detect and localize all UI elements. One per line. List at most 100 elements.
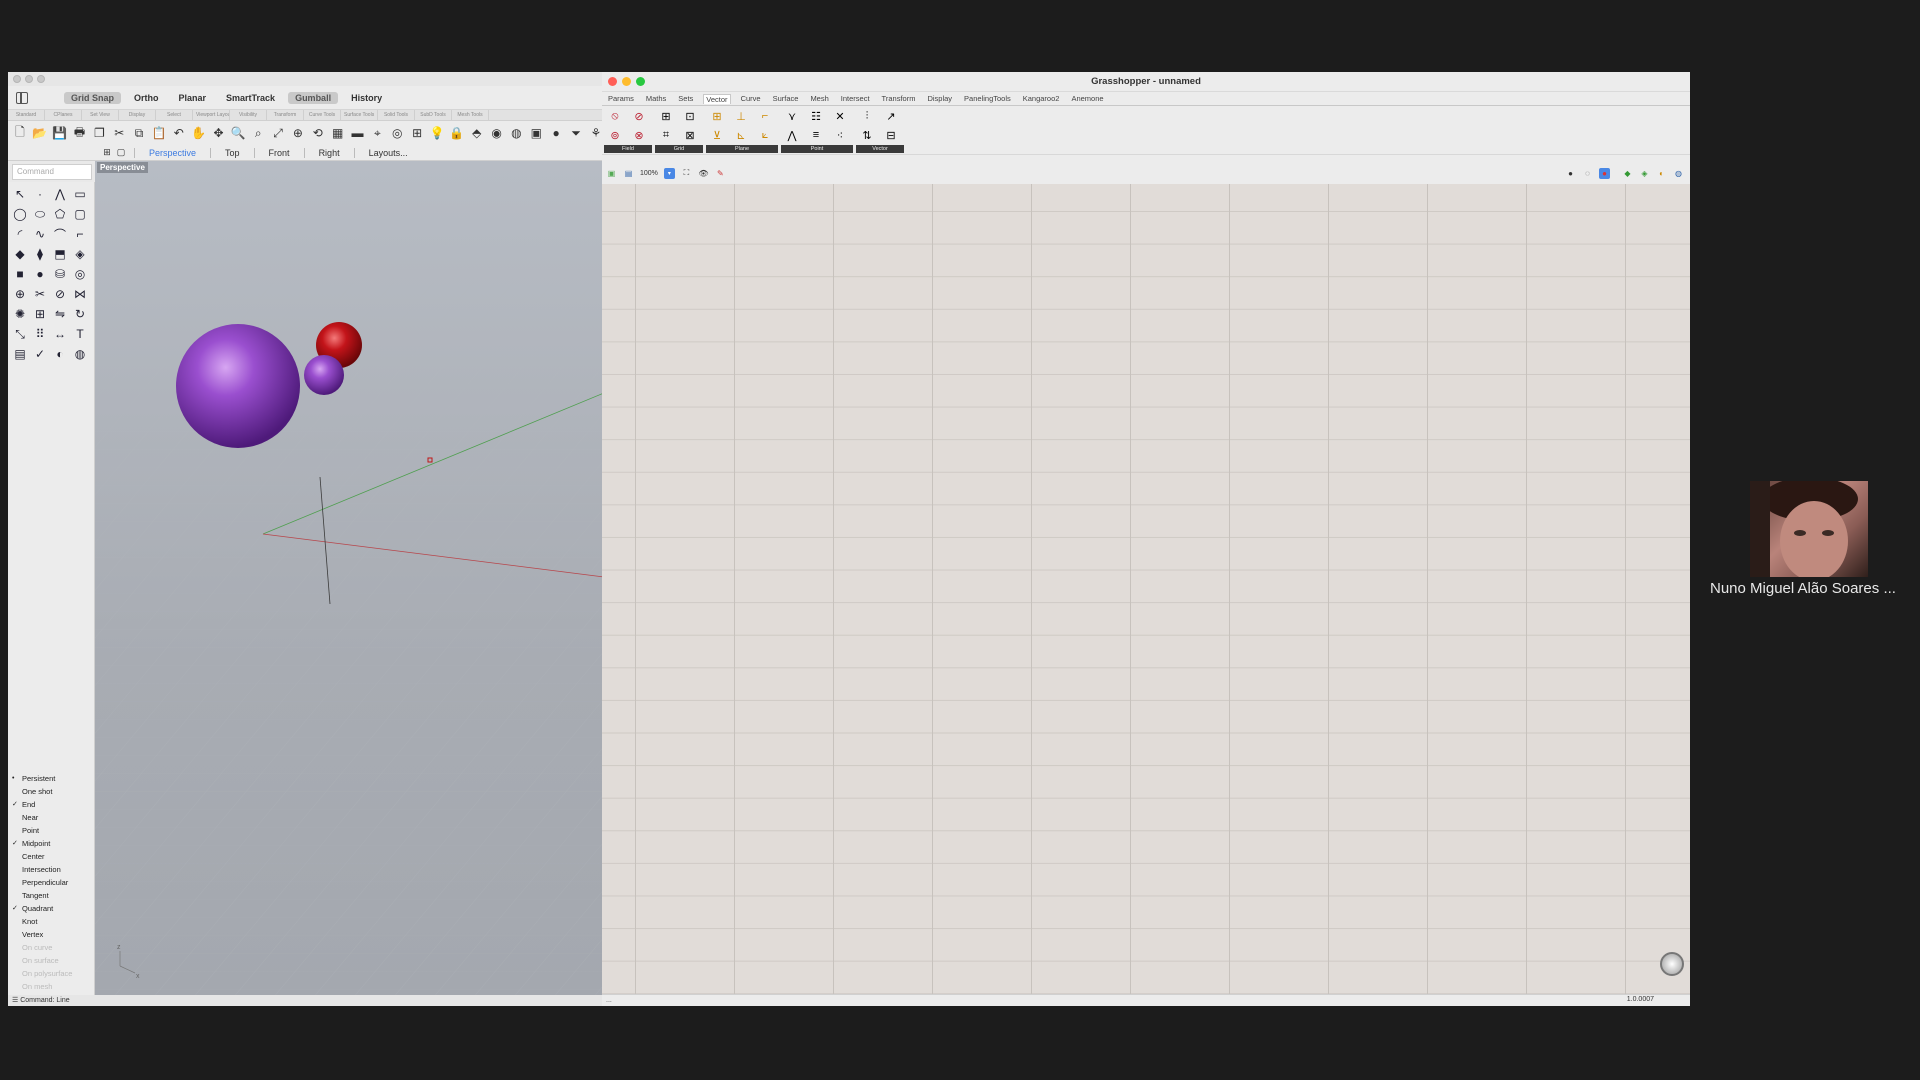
gumball-toggle[interactable]: Gumball (288, 91, 339, 104)
osnap-option[interactable]: ✓ Quadrant (12, 902, 92, 915)
osnap-option[interactable]: On mesh (12, 980, 92, 993)
rotate-icon[interactable]: ↻ (72, 306, 88, 322)
point-list-icon[interactable]: ☷ (807, 108, 825, 124)
move-icon[interactable]: ✥ (211, 125, 227, 141)
osnap-option[interactable]: Near (12, 811, 92, 824)
preview-mesh-icon[interactable]: ◐ (1656, 168, 1667, 179)
grid-snap-toggle[interactable]: Grid Snap (64, 91, 122, 104)
plane-align-icon[interactable]: ⊾ (732, 127, 750, 143)
group-label-field[interactable]: Field (604, 145, 652, 153)
select-arrow-icon[interactable]: ↖ (12, 186, 28, 202)
tab-top[interactable]: Top (210, 147, 254, 158)
field-spin-icon[interactable]: ⊘ (630, 108, 648, 124)
loft-icon[interactable]: ⧫ (32, 246, 48, 262)
layer-icon[interactable]: ⊞ (409, 125, 425, 141)
properties-icon[interactable]: ⬘ (469, 125, 485, 141)
osnap-option[interactable]: On curve (12, 941, 92, 954)
osnap-option[interactable]: On polysurface (12, 967, 92, 980)
tab-params[interactable]: Params (606, 94, 636, 103)
trim-icon[interactable]: ✂ (32, 286, 48, 302)
history-toggle[interactable]: History (344, 92, 389, 104)
cylinder-icon[interactable]: ⛁ (52, 266, 68, 282)
participant-video[interactable] (1750, 481, 1868, 577)
grasshopper-canvas[interactable] (602, 184, 1690, 994)
text-icon[interactable]: T (72, 326, 88, 342)
copy-page-icon[interactable]: ❐ (91, 125, 107, 141)
rectangle-icon[interactable]: ▭ (72, 186, 88, 202)
point-sort-icon[interactable]: ≡ (807, 127, 825, 143)
grid-radial-icon[interactable]: ⊡ (681, 108, 699, 124)
large-purple-sphere[interactable] (176, 324, 300, 448)
zoom-level[interactable]: 100% (640, 170, 658, 177)
zoom-extents-icon[interactable]: ⛶ (681, 168, 692, 179)
plane-icon[interactable]: ⊞ (708, 108, 726, 124)
tab-panelingtools[interactable]: PanelingTools (962, 94, 1013, 103)
print-icon[interactable]: 🖶 (72, 125, 88, 141)
tab-select[interactable]: Select (156, 110, 193, 120)
tab-transform[interactable]: Transform (880, 94, 918, 103)
group-label-plane[interactable]: Plane (706, 145, 778, 153)
minimize-window-button[interactable] (25, 75, 33, 83)
filter-icon[interactable]: ⏷ (568, 125, 584, 141)
vector-display-icon[interactable]: ⊟ (882, 127, 900, 143)
tab-kangaroo2[interactable]: Kangaroo2 (1021, 94, 1062, 103)
sketch-pen-icon[interactable]: ✎ (715, 168, 726, 179)
zoom-icon[interactable]: 🔍 (230, 125, 246, 141)
tab-display[interactable]: Display (925, 94, 954, 103)
command-input[interactable]: Command (12, 164, 92, 180)
preview-off-icon[interactable]: ● (1565, 168, 1576, 179)
perspective-viewport[interactable]: z x Perspective (95, 161, 604, 995)
rotate-view-icon[interactable]: ⟲ (310, 125, 326, 141)
torus-icon[interactable]: ◎ (72, 266, 88, 282)
osnap-option[interactable]: Tangent (12, 889, 92, 902)
field-point-icon[interactable]: ⊚ (606, 127, 624, 143)
freeform-icon[interactable]: ⌒ (52, 226, 68, 242)
rendered-sphere-icon[interactable]: ● (548, 125, 564, 141)
box-outline-icon[interactable]: ▢ (72, 206, 88, 222)
extrude-icon[interactable]: ⬒ (52, 246, 68, 262)
tab-front[interactable]: Front (253, 147, 304, 158)
command-history-icon[interactable]: ☰ (12, 997, 20, 1004)
tab-anemone[interactable]: Anemone (1069, 94, 1105, 103)
tab-display[interactable]: Display (119, 110, 156, 120)
tab-right[interactable]: Right (303, 147, 354, 158)
osnap-option[interactable]: • Persistent (12, 772, 92, 785)
vector-xyz-icon[interactable]: ⫶ (858, 108, 876, 124)
viewport-grid-icon[interactable]: ▦ (330, 125, 346, 141)
point-icon[interactable]: · (32, 186, 48, 202)
grid-hex-icon[interactable]: ⊞ (657, 108, 675, 124)
group-label-point[interactable]: Point (781, 145, 853, 153)
curve-icon[interactable]: ∿ (32, 226, 48, 242)
tab-intersect[interactable]: Intersect (839, 94, 872, 103)
osnap-option[interactable]: Point (12, 824, 92, 837)
tab-perspective[interactable]: Perspective (134, 147, 210, 158)
tab-curve-tools[interactable]: Curve Tools (304, 110, 341, 120)
sidebar-toggle-icon[interactable] (16, 91, 28, 104)
save-file-icon[interactable]: ▤ (623, 168, 634, 179)
arc-icon[interactable]: ◜ (12, 226, 28, 242)
tab-surface[interactable]: Surface (771, 94, 801, 103)
check-icon[interactable]: ✓ (32, 346, 48, 362)
tab-set-view[interactable]: Set View (82, 110, 119, 120)
field-vector-icon[interactable]: ⊗ (630, 127, 648, 143)
render-tool-icon[interactable]: ◍ (72, 346, 88, 362)
vector-amplitude-icon[interactable]: ⇅ (858, 127, 876, 143)
tab-vector[interactable]: Vector (703, 93, 731, 104)
analyze-icon[interactable]: ◐ (52, 346, 68, 362)
cut-icon[interactable]: ✂ (111, 125, 127, 141)
tab-mesh[interactable]: Mesh (808, 94, 830, 103)
tab-cplanes[interactable]: CPlanes (45, 110, 82, 120)
select-icon[interactable]: ◎ (389, 125, 405, 141)
paste-icon[interactable]: 📋 (151, 125, 167, 141)
render-preview-icon[interactable]: ▣ (528, 125, 544, 141)
osnap-option[interactable]: Perpendicular (12, 876, 92, 889)
tab-maths[interactable]: Maths (644, 94, 668, 103)
preview-shaded-icon[interactable]: ● (1599, 167, 1610, 179)
grid-square-icon[interactable]: ⊠ (681, 127, 699, 143)
tab-layouts[interactable]: Layouts... (353, 147, 422, 158)
new-file-icon[interactable]: 🗋 (12, 125, 28, 141)
ellipse-icon[interactable]: ⬭ (32, 206, 48, 222)
tab-curve[interactable]: Curve (739, 94, 763, 103)
point-cull-icon[interactable]: ✕ (831, 108, 849, 124)
cplane-icon[interactable]: ▬ (350, 125, 366, 141)
